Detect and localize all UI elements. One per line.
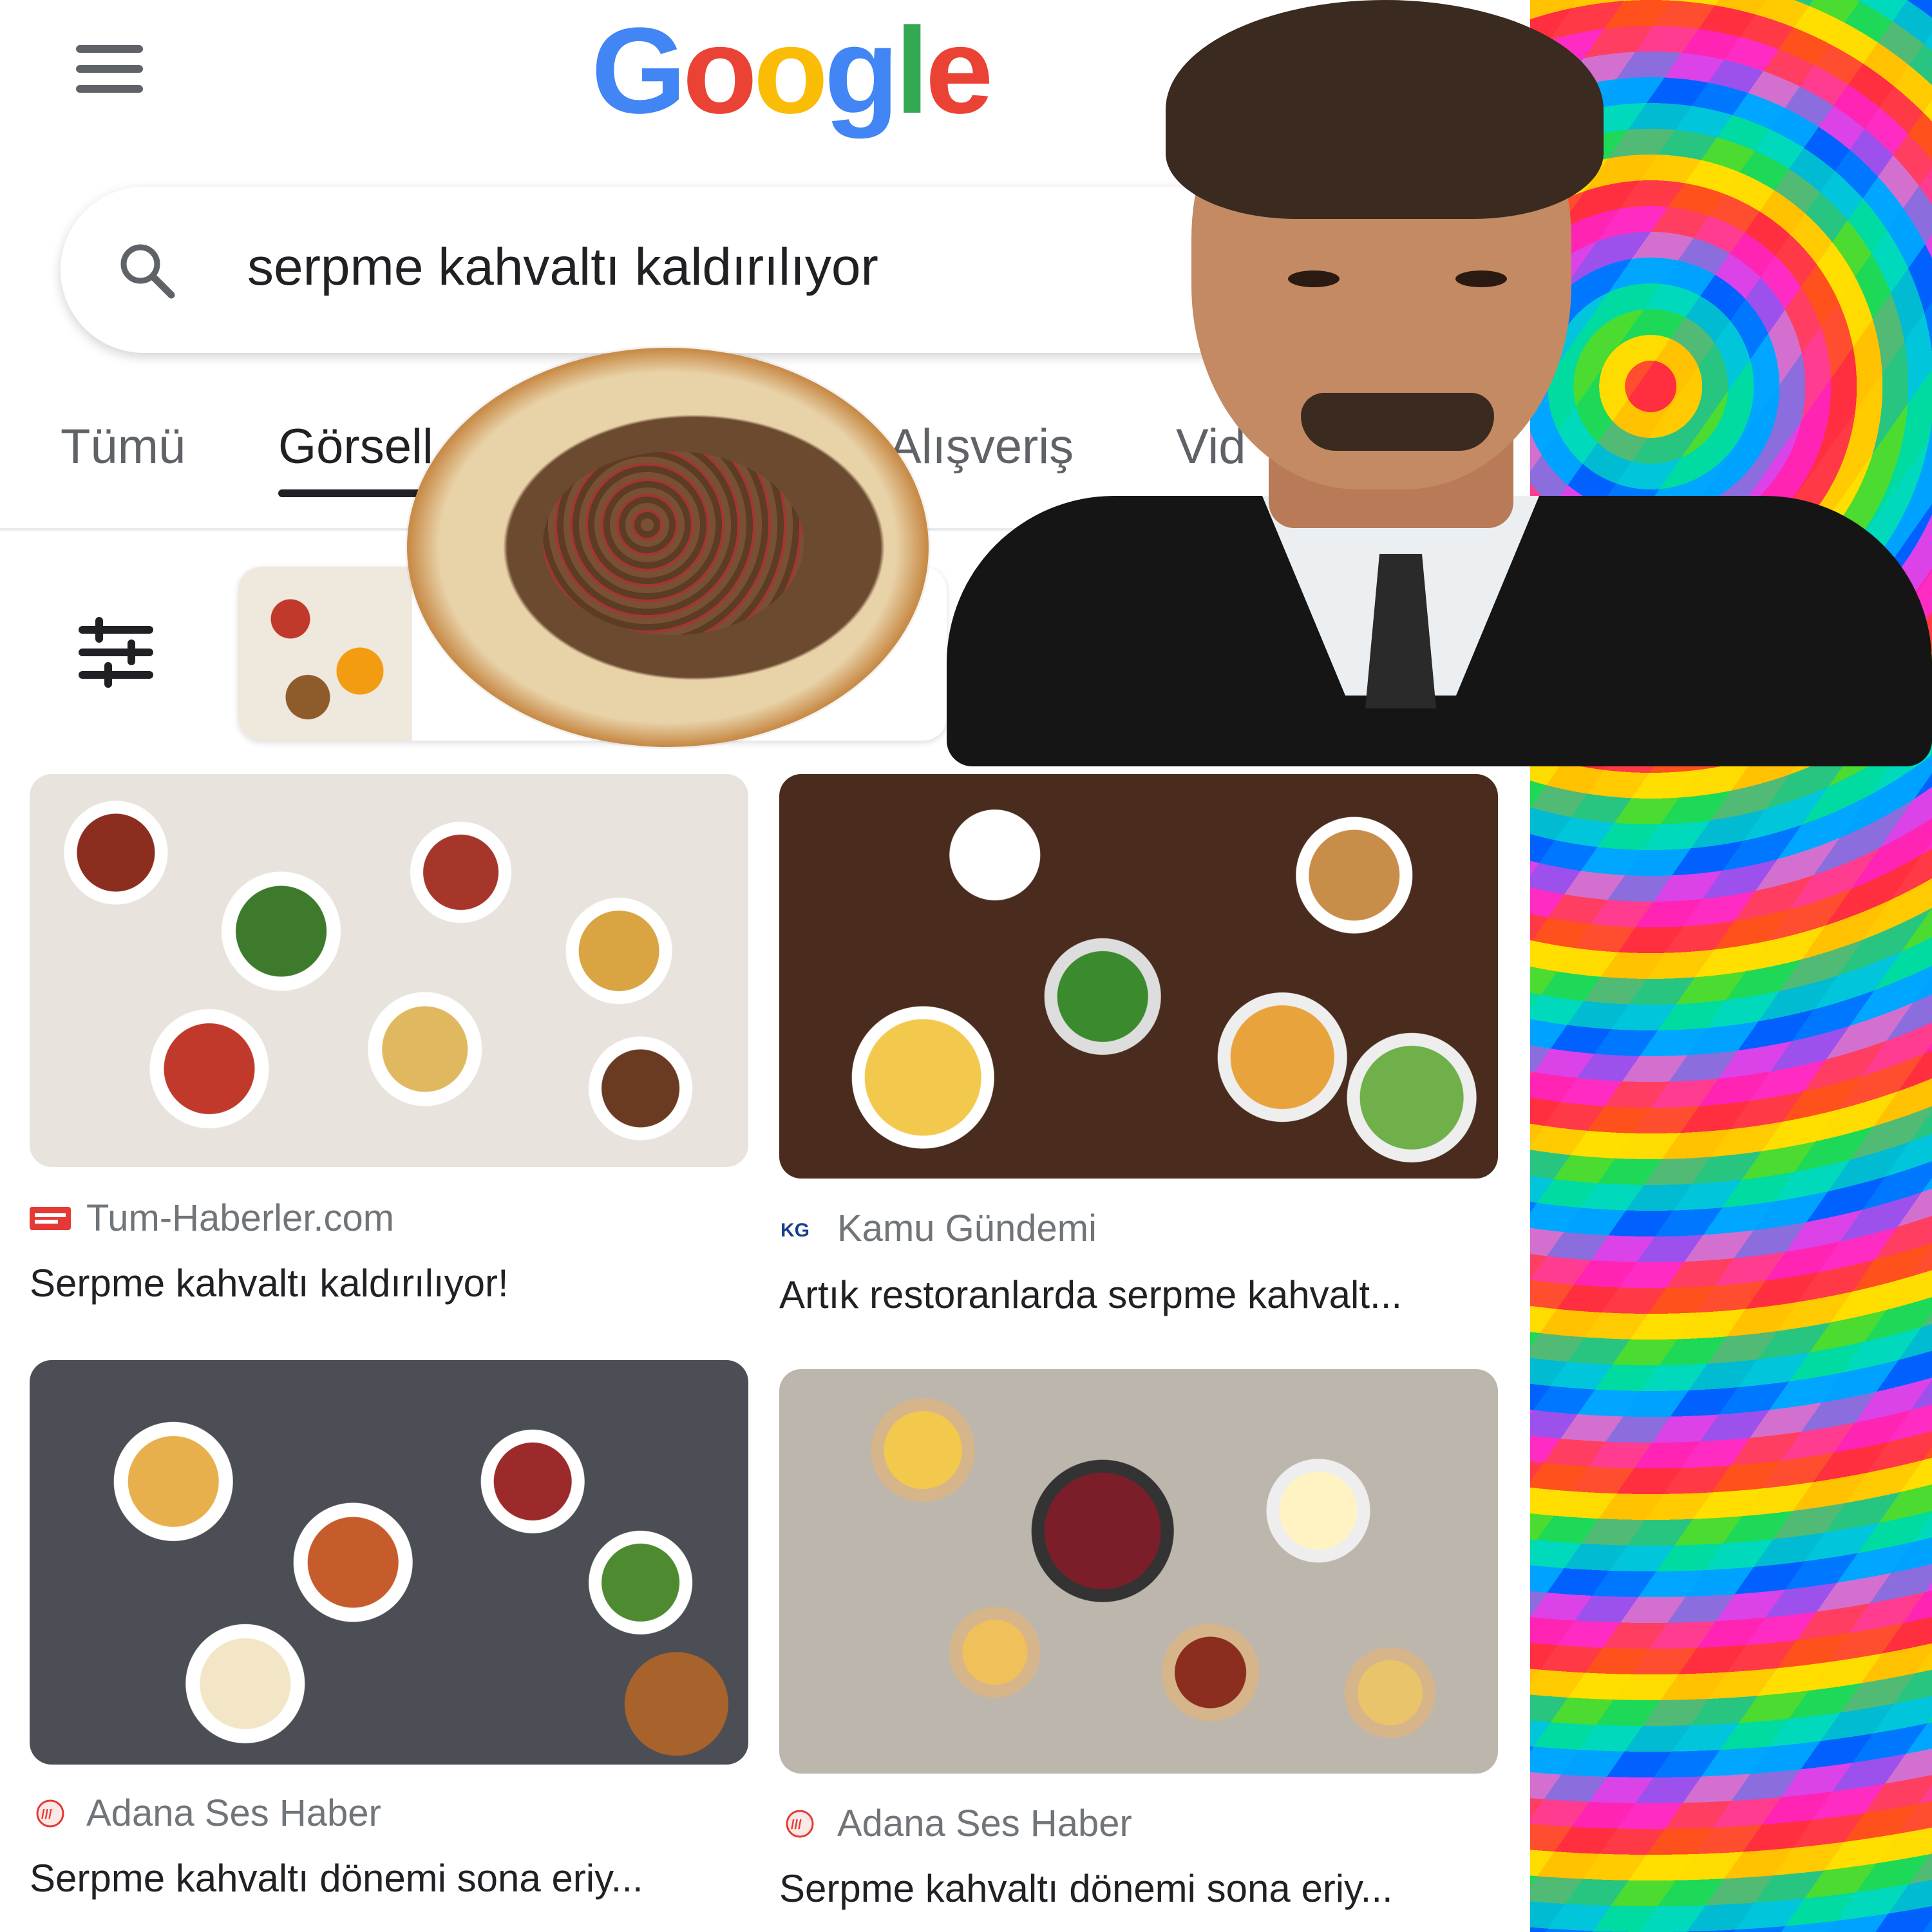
tab-all[interactable]: Tümü	[61, 419, 185, 475]
logo-letter-g1: G	[591, 3, 687, 139]
search-icon[interactable]	[115, 238, 179, 303]
hamburger-menu-icon[interactable]	[76, 45, 143, 93]
svg-text:///: ///	[791, 1818, 802, 1832]
search-input[interactable]: serpme kahvaltı kaldırılıyor	[247, 237, 878, 298]
tum-haberler-favicon	[30, 1207, 71, 1230]
tab-images[interactable]: Görsell	[278, 419, 433, 475]
result-image-2[interactable]	[779, 774, 1498, 1179]
result-title-2[interactable]: Artık restoranlarda serpme kahvalt...	[779, 1273, 1402, 1317]
svg-text:///: ///	[41, 1808, 52, 1822]
adana-ses-haber-favicon: ///	[786, 1810, 814, 1838]
man-in-suit-overlay-image	[927, 0, 1932, 766]
result-title-1[interactable]: Serpme kahvaltı kaldırılıyor!	[30, 1261, 509, 1305]
result-image-3[interactable]	[30, 1360, 748, 1765]
logo-letter-o1: o	[682, 3, 757, 139]
logo-letter-g2: g	[824, 3, 899, 139]
result-image-4[interactable]	[779, 1369, 1498, 1774]
result-source-4[interactable]: Adana Ses Haber	[837, 1802, 1132, 1845]
logo-letter-o2: o	[753, 3, 828, 139]
logo-letter-l: l	[895, 3, 929, 139]
result-image-1[interactable]	[30, 774, 748, 1167]
filter-sliders-icon[interactable]	[76, 617, 156, 688]
result-title-3[interactable]: Serpme kahvaltı dönemi sona eriy...	[30, 1856, 643, 1900]
svg-text:KG: KG	[781, 1220, 810, 1241]
lahmacun-overlay-image	[407, 348, 929, 747]
chip-thumbnail	[238, 567, 412, 741]
result-source-2[interactable]: Kamu Gündemi	[837, 1207, 1097, 1250]
result-source-3[interactable]: Adana Ses Haber	[86, 1792, 381, 1835]
kamu-gundemi-favicon: KG	[781, 1220, 810, 1241]
result-source-1[interactable]: Tum-Haberler.com	[86, 1197, 394, 1240]
adana-ses-haber-favicon: ///	[36, 1799, 64, 1828]
result-title-4[interactable]: Serpme kahvaltı dönemi sona eriy...	[779, 1866, 1393, 1911]
